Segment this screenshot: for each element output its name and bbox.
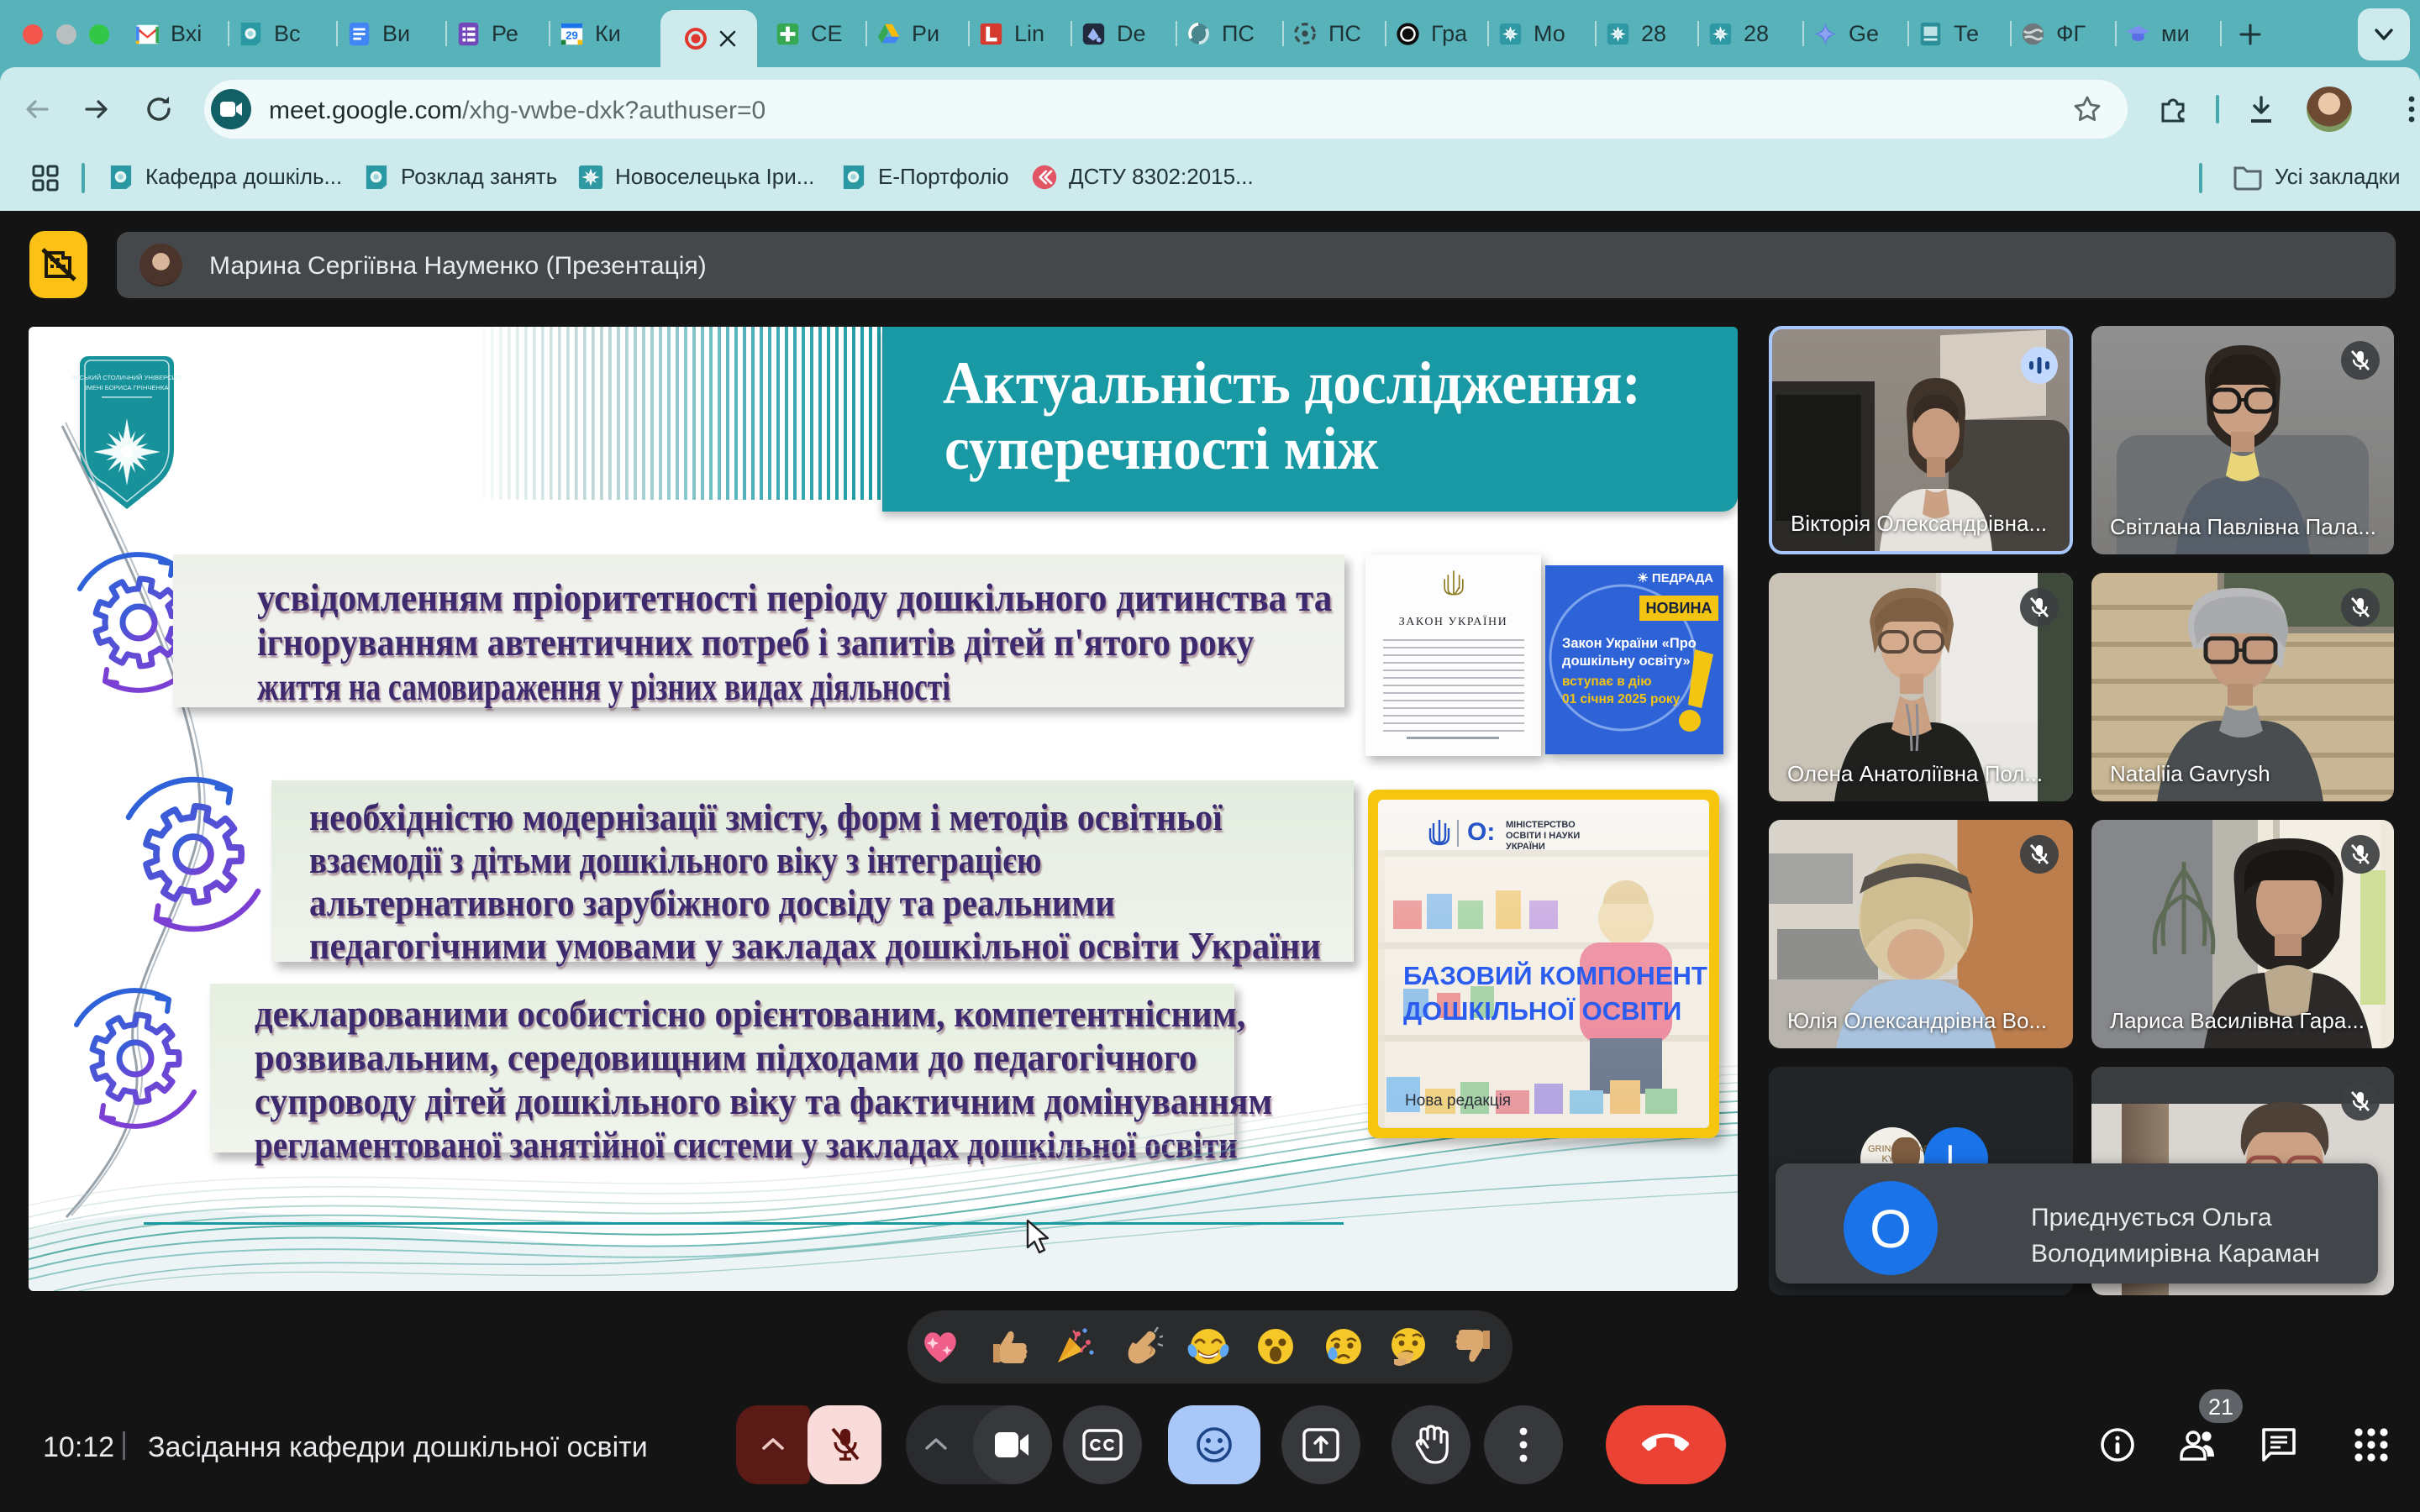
svg-text:НОВИНА: НОВИНА bbox=[1646, 600, 1712, 617]
svg-text:дошкільну освіту»: дошкільну освіту» bbox=[1562, 654, 1691, 669]
svg-text:вступає в дію: вступає в дію bbox=[1562, 675, 1651, 689]
svg-text:29: 29 bbox=[566, 29, 578, 41]
svg-text:01 січня 2025 року: 01 січня 2025 року bbox=[1562, 692, 1681, 706]
svg-text:Закон України «Про: Закон України «Про bbox=[1562, 636, 1697, 651]
